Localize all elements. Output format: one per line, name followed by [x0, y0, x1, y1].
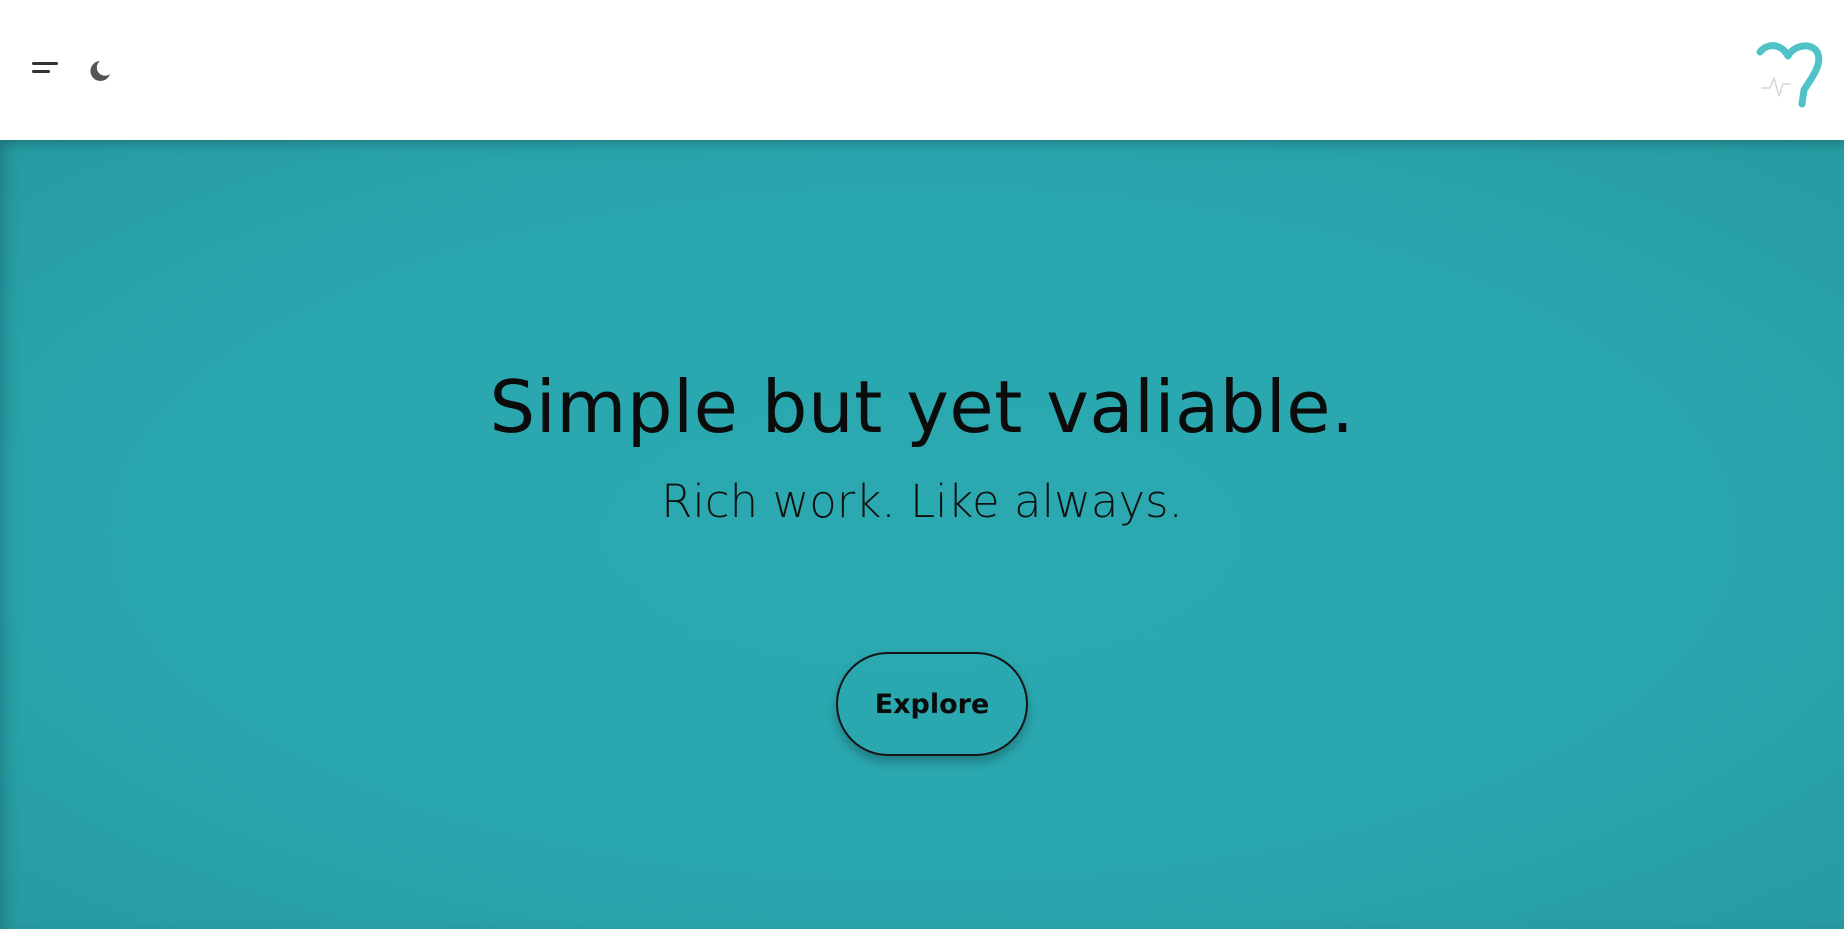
hero-subheadline: Rich work. Like always. — [661, 475, 1183, 528]
explore-button[interactable]: Explore — [836, 652, 1028, 756]
hero-headline: Simple but yet valiable. — [489, 365, 1355, 449]
moon-icon — [90, 61, 110, 81]
dark-mode-toggle[interactable] — [86, 58, 114, 86]
top-navigation-bar — [0, 0, 1844, 140]
heart-logo-icon — [1756, 42, 1823, 108]
hero-section: Simple but yet valiable. Rich work. Like… — [0, 140, 1844, 929]
menu-icon — [32, 62, 58, 73]
menu-button[interactable] — [28, 58, 62, 82]
heart-logo[interactable] — [1752, 38, 1824, 110]
